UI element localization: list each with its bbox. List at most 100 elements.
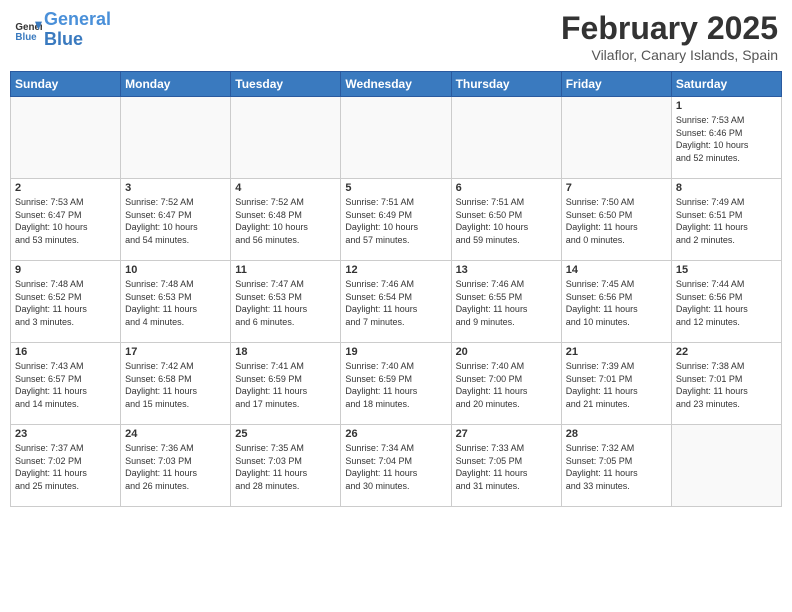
calendar-cell: 22 Sunrise: 7:38 AM Sunset: 7:01 PM Dayli…: [671, 343, 781, 425]
calendar-table: SundayMondayTuesdayWednesdayThursdayFrid…: [10, 71, 782, 507]
day-number: 23: [15, 428, 116, 440]
calendar-cell: [671, 425, 781, 507]
day-number: 14: [566, 264, 667, 276]
calendar-cell: 18 Sunrise: 7:41 AM Sunset: 6:59 PM Dayli…: [231, 343, 341, 425]
logo-name-general: General: [44, 10, 111, 30]
day-info: Sunrise: 7:47 AM Sunset: 6:53 PM Dayligh…: [235, 278, 336, 328]
location-subtitle: Vilaflor, Canary Islands, Spain: [561, 47, 778, 63]
calendar-cell: 17 Sunrise: 7:42 AM Sunset: 6:58 PM Dayli…: [121, 343, 231, 425]
day-number: 15: [676, 264, 777, 276]
day-info: Sunrise: 7:38 AM Sunset: 7:01 PM Dayligh…: [676, 360, 777, 410]
calendar-cell: 19 Sunrise: 7:40 AM Sunset: 6:59 PM Dayli…: [341, 343, 451, 425]
day-number: 13: [456, 264, 557, 276]
day-info: Sunrise: 7:52 AM Sunset: 6:48 PM Dayligh…: [235, 196, 336, 246]
calendar-cell: 11Sunrise: 7:47 AM Sunset: 6:53 PM Dayli…: [231, 261, 341, 343]
day-info: Sunrise: 7:36 AM Sunset: 7:03 PM Dayligh…: [125, 442, 226, 492]
calendar-cell: 13 Sunrise: 7:46 AM Sunset: 6:55 PM Dayli…: [451, 261, 561, 343]
calendar-cell: [121, 97, 231, 179]
day-number: 7: [566, 182, 667, 194]
calendar-cell: 12 Sunrise: 7:46 AM Sunset: 6:54 PM Dayli…: [341, 261, 451, 343]
calendar-cell: 23 Sunrise: 7:37 AM Sunset: 7:02 PM Dayli…: [11, 425, 121, 507]
calendar-cell: [231, 97, 341, 179]
day-number: 28: [566, 428, 667, 440]
day-number: 24: [125, 428, 226, 440]
week-row-1: 1 Sunrise: 7:53 AM Sunset: 6:46 PM Daylig…: [11, 97, 782, 179]
calendar-cell: [561, 97, 671, 179]
day-number: 12: [345, 264, 446, 276]
calendar-cell: 28 Sunrise: 7:32 AM Sunset: 7:05 PM Dayli…: [561, 425, 671, 507]
weekday-header-sunday: Sunday: [11, 72, 121, 97]
calendar-cell: 8 Sunrise: 7:49 AM Sunset: 6:51 PM Daylig…: [671, 179, 781, 261]
day-info: Sunrise: 7:44 AM Sunset: 6:56 PM Dayligh…: [676, 278, 777, 328]
calendar-cell: 27 Sunrise: 7:33 AM Sunset: 7:05 PM Dayli…: [451, 425, 561, 507]
week-row-3: 9Sunrise: 7:48 AM Sunset: 6:52 PM Daylig…: [11, 261, 782, 343]
day-info: Sunrise: 7:43 AM Sunset: 6:57 PM Dayligh…: [15, 360, 116, 410]
logo-name-blue: Blue: [44, 30, 111, 50]
day-info: Sunrise: 7:53 AM Sunset: 6:47 PM Dayligh…: [15, 196, 116, 246]
svg-text:Blue: Blue: [15, 32, 37, 43]
logo-icon: General Blue: [14, 16, 42, 44]
day-info: Sunrise: 7:39 AM Sunset: 7:01 PM Dayligh…: [566, 360, 667, 410]
calendar-cell: 5Sunrise: 7:51 AM Sunset: 6:49 PM Daylig…: [341, 179, 451, 261]
day-number: 22: [676, 346, 777, 358]
calendar-cell: 3 Sunrise: 7:52 AM Sunset: 6:47 PM Daylig…: [121, 179, 231, 261]
calendar-cell: [341, 97, 451, 179]
calendar-cell: 24 Sunrise: 7:36 AM Sunset: 7:03 PM Dayli…: [121, 425, 231, 507]
calendar-cell: 20Sunrise: 7:40 AM Sunset: 7:00 PM Dayli…: [451, 343, 561, 425]
day-number: 18: [235, 346, 336, 358]
logo: General Blue General Blue: [14, 10, 111, 50]
day-number: 10: [125, 264, 226, 276]
calendar-cell: 4 Sunrise: 7:52 AM Sunset: 6:48 PM Daylig…: [231, 179, 341, 261]
calendar-cell: 26Sunrise: 7:34 AM Sunset: 7:04 PM Dayli…: [341, 425, 451, 507]
day-number: 26: [345, 428, 446, 440]
weekday-header-saturday: Saturday: [671, 72, 781, 97]
calendar-cell: [451, 97, 561, 179]
day-info: Sunrise: 7:49 AM Sunset: 6:51 PM Dayligh…: [676, 196, 777, 246]
day-number: 3: [125, 182, 226, 194]
day-number: 2: [15, 182, 116, 194]
calendar-cell: 14 Sunrise: 7:45 AM Sunset: 6:56 PM Dayli…: [561, 261, 671, 343]
calendar-cell: 16Sunrise: 7:43 AM Sunset: 6:57 PM Dayli…: [11, 343, 121, 425]
weekday-header-wednesday: Wednesday: [341, 72, 451, 97]
day-info: Sunrise: 7:46 AM Sunset: 6:55 PM Dayligh…: [456, 278, 557, 328]
calendar-cell: 1 Sunrise: 7:53 AM Sunset: 6:46 PM Daylig…: [671, 97, 781, 179]
day-info: Sunrise: 7:42 AM Sunset: 6:58 PM Dayligh…: [125, 360, 226, 410]
weekday-header-row: SundayMondayTuesdayWednesdayThursdayFrid…: [11, 72, 782, 97]
page-header: General Blue General Blue February 2025 …: [10, 10, 782, 63]
day-number: 17: [125, 346, 226, 358]
weekday-header-monday: Monday: [121, 72, 231, 97]
day-info: Sunrise: 7:33 AM Sunset: 7:05 PM Dayligh…: [456, 442, 557, 492]
weekday-header-friday: Friday: [561, 72, 671, 97]
day-info: Sunrise: 7:48 AM Sunset: 6:53 PM Dayligh…: [125, 278, 226, 328]
day-number: 8: [676, 182, 777, 194]
day-info: Sunrise: 7:53 AM Sunset: 6:46 PM Dayligh…: [676, 114, 777, 164]
day-info: Sunrise: 7:45 AM Sunset: 6:56 PM Dayligh…: [566, 278, 667, 328]
day-info: Sunrise: 7:37 AM Sunset: 7:02 PM Dayligh…: [15, 442, 116, 492]
week-row-5: 23 Sunrise: 7:37 AM Sunset: 7:02 PM Dayli…: [11, 425, 782, 507]
day-info: Sunrise: 7:40 AM Sunset: 6:59 PM Dayligh…: [345, 360, 446, 410]
calendar-cell: 2 Sunrise: 7:53 AM Sunset: 6:47 PM Daylig…: [11, 179, 121, 261]
week-row-2: 2 Sunrise: 7:53 AM Sunset: 6:47 PM Daylig…: [11, 179, 782, 261]
day-info: Sunrise: 7:32 AM Sunset: 7:05 PM Dayligh…: [566, 442, 667, 492]
calendar-cell: 21Sunrise: 7:39 AM Sunset: 7:01 PM Dayli…: [561, 343, 671, 425]
day-number: 27: [456, 428, 557, 440]
month-title: February 2025: [561, 10, 778, 47]
weekday-header-tuesday: Tuesday: [231, 72, 341, 97]
calendar-cell: 7 Sunrise: 7:50 AM Sunset: 6:50 PM Daylig…: [561, 179, 671, 261]
day-info: Sunrise: 7:41 AM Sunset: 6:59 PM Dayligh…: [235, 360, 336, 410]
calendar-cell: 9Sunrise: 7:48 AM Sunset: 6:52 PM Daylig…: [11, 261, 121, 343]
day-number: 1: [676, 100, 777, 112]
week-row-4: 16Sunrise: 7:43 AM Sunset: 6:57 PM Dayli…: [11, 343, 782, 425]
calendar-cell: 10 Sunrise: 7:48 AM Sunset: 6:53 PM Dayli…: [121, 261, 231, 343]
day-info: Sunrise: 7:52 AM Sunset: 6:47 PM Dayligh…: [125, 196, 226, 246]
calendar-cell: [11, 97, 121, 179]
day-info: Sunrise: 7:46 AM Sunset: 6:54 PM Dayligh…: [345, 278, 446, 328]
day-number: 4: [235, 182, 336, 194]
calendar-cell: 15 Sunrise: 7:44 AM Sunset: 6:56 PM Dayli…: [671, 261, 781, 343]
day-number: 9: [15, 264, 116, 276]
weekday-header-thursday: Thursday: [451, 72, 561, 97]
day-number: 19: [345, 346, 446, 358]
day-info: Sunrise: 7:51 AM Sunset: 6:50 PM Dayligh…: [456, 196, 557, 246]
day-info: Sunrise: 7:50 AM Sunset: 6:50 PM Dayligh…: [566, 196, 667, 246]
day-number: 6: [456, 182, 557, 194]
